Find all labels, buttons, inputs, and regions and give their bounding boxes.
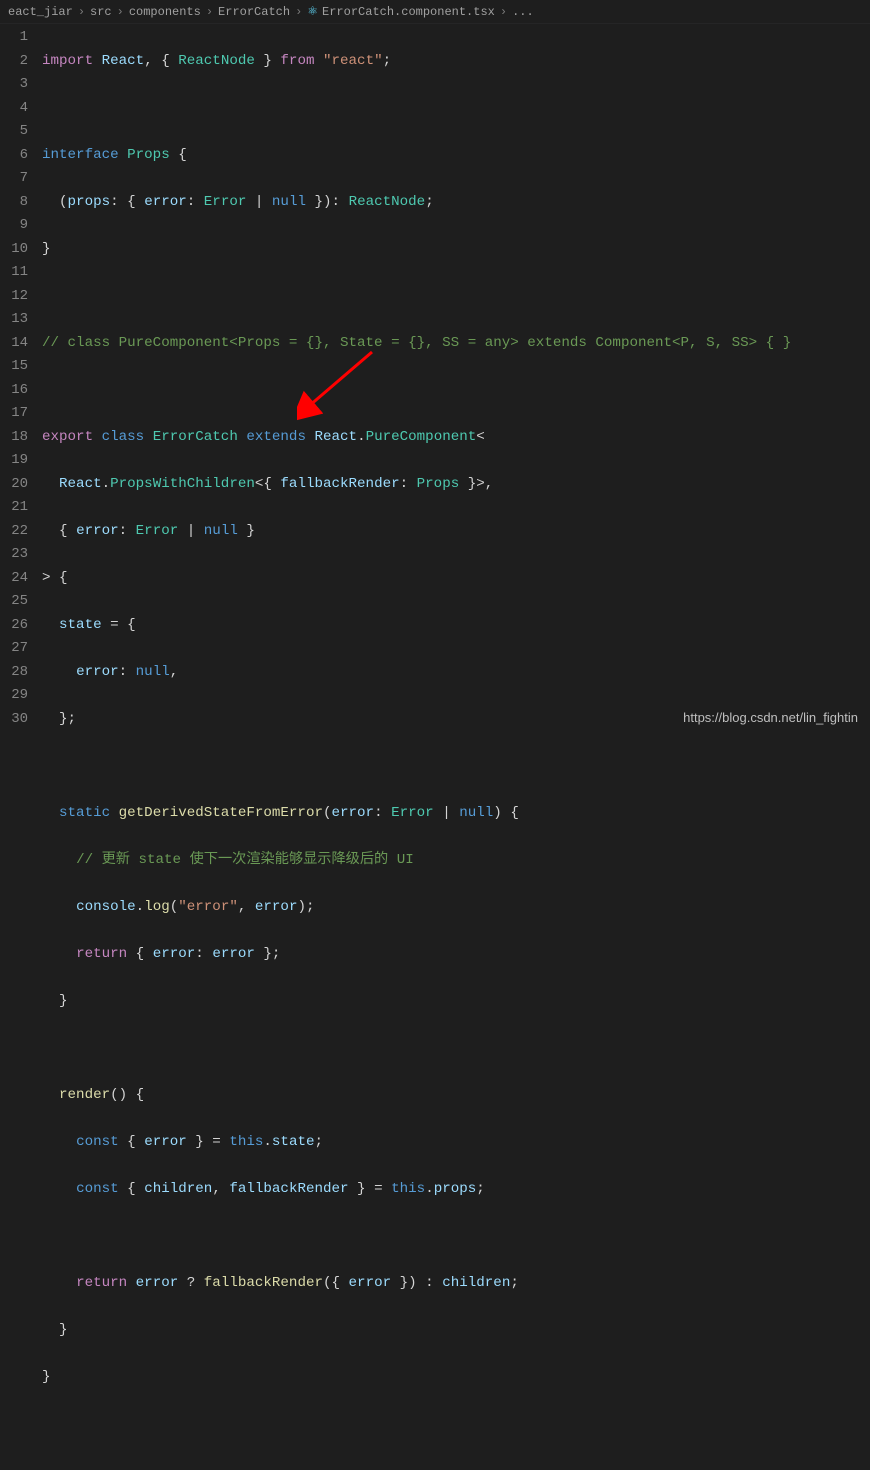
chevron-right-icon: › xyxy=(117,5,124,19)
code-line[interactable]: // class PureComponent<Props = {}, State… xyxy=(42,332,870,356)
line-number: 15 xyxy=(0,355,28,379)
code-line[interactable]: React.PropsWithChildren<{ fallbackRender… xyxy=(42,473,870,497)
line-number: 25 xyxy=(0,590,28,614)
react-file-icon: ⚛ xyxy=(307,4,318,19)
line-number: 11 xyxy=(0,261,28,285)
chevron-right-icon: › xyxy=(500,5,507,19)
breadcrumb-item[interactable]: ... xyxy=(512,5,534,19)
line-number: 21 xyxy=(0,496,28,520)
line-number: 3 xyxy=(0,73,28,97)
code-line[interactable]: state = { xyxy=(42,614,870,638)
code-line[interactable]: import React, { ReactNode } from "react"… xyxy=(42,50,870,74)
code-line[interactable]: return { error: error }; xyxy=(42,943,870,967)
code-line[interactable] xyxy=(42,1413,870,1437)
line-number: 2 xyxy=(0,50,28,74)
line-number: 8 xyxy=(0,191,28,215)
line-number: 16 xyxy=(0,379,28,403)
line-number: 10 xyxy=(0,238,28,262)
breadcrumb-item[interactable]: src xyxy=(90,5,112,19)
breadcrumb-item[interactable]: eact_jiar xyxy=(8,5,73,19)
line-number: 29 xyxy=(0,684,28,708)
code-line[interactable] xyxy=(42,1037,870,1061)
code-content[interactable]: import React, { ReactNode } from "react"… xyxy=(42,24,870,735)
code-line[interactable]: > { xyxy=(42,567,870,591)
code-line[interactable]: const { error } = this.state; xyxy=(42,1131,870,1155)
code-line[interactable]: } xyxy=(42,990,870,1014)
chevron-right-icon: › xyxy=(78,5,85,19)
code-line[interactable] xyxy=(42,755,870,779)
breadcrumb: eact_jiar › src › components › ErrorCatc… xyxy=(0,0,870,24)
code-line[interactable]: } xyxy=(42,1319,870,1343)
line-number: 6 xyxy=(0,144,28,168)
line-number: 14 xyxy=(0,332,28,356)
code-editor[interactable]: 1 2 3 4 5 6 7 8 9 10 11 12 13 14 15 16 1… xyxy=(0,24,870,735)
line-number: 5 xyxy=(0,120,28,144)
code-line[interactable]: error: null, xyxy=(42,661,870,685)
code-line[interactable]: // 更新 state 使下一次渲染能够显示降级后的 UI xyxy=(42,849,870,873)
code-line[interactable]: interface Props { xyxy=(42,144,870,168)
code-line[interactable]: return error ? fallbackRender({ error })… xyxy=(42,1272,870,1296)
line-number: 9 xyxy=(0,214,28,238)
line-number: 23 xyxy=(0,543,28,567)
code-line[interactable] xyxy=(42,379,870,403)
line-number: 12 xyxy=(0,285,28,309)
line-number: 7 xyxy=(0,167,28,191)
code-line[interactable]: const { children, fallbackRender } = thi… xyxy=(42,1178,870,1202)
line-number: 18 xyxy=(0,426,28,450)
line-number: 28 xyxy=(0,661,28,685)
line-number: 1 xyxy=(0,26,28,50)
line-number: 13 xyxy=(0,308,28,332)
code-line[interactable]: export class ErrorCatch extends React.Pu… xyxy=(42,426,870,450)
chevron-right-icon: › xyxy=(295,5,302,19)
code-line[interactable]: { error: Error | null } xyxy=(42,520,870,544)
line-number: 19 xyxy=(0,449,28,473)
code-line[interactable] xyxy=(42,97,870,121)
line-number: 30 xyxy=(0,708,28,732)
breadcrumb-item[interactable]: ErrorCatch xyxy=(218,5,290,19)
chevron-right-icon: › xyxy=(206,5,213,19)
code-line[interactable]: static getDerivedStateFromError(error: E… xyxy=(42,802,870,826)
line-number: 20 xyxy=(0,473,28,497)
code-line[interactable]: render() { xyxy=(42,1084,870,1108)
code-line[interactable]: } xyxy=(42,1366,870,1390)
line-number: 24 xyxy=(0,567,28,591)
code-line[interactable] xyxy=(42,285,870,309)
code-line[interactable]: console.log("error", error); xyxy=(42,896,870,920)
watermark-text: https://blog.csdn.net/lin_fightin xyxy=(683,710,858,725)
breadcrumb-item[interactable]: ErrorCatch.component.tsx xyxy=(322,5,495,19)
code-line[interactable]: (props: { error: Error | null }): ReactN… xyxy=(42,191,870,215)
code-line[interactable] xyxy=(42,1225,870,1249)
line-number: 27 xyxy=(0,637,28,661)
breadcrumb-item[interactable]: components xyxy=(129,5,201,19)
line-number-gutter: 1 2 3 4 5 6 7 8 9 10 11 12 13 14 15 16 1… xyxy=(0,24,42,735)
line-number: 26 xyxy=(0,614,28,638)
code-line[interactable]: } xyxy=(42,238,870,262)
line-number: 22 xyxy=(0,520,28,544)
line-number: 4 xyxy=(0,97,28,121)
line-number: 17 xyxy=(0,402,28,426)
